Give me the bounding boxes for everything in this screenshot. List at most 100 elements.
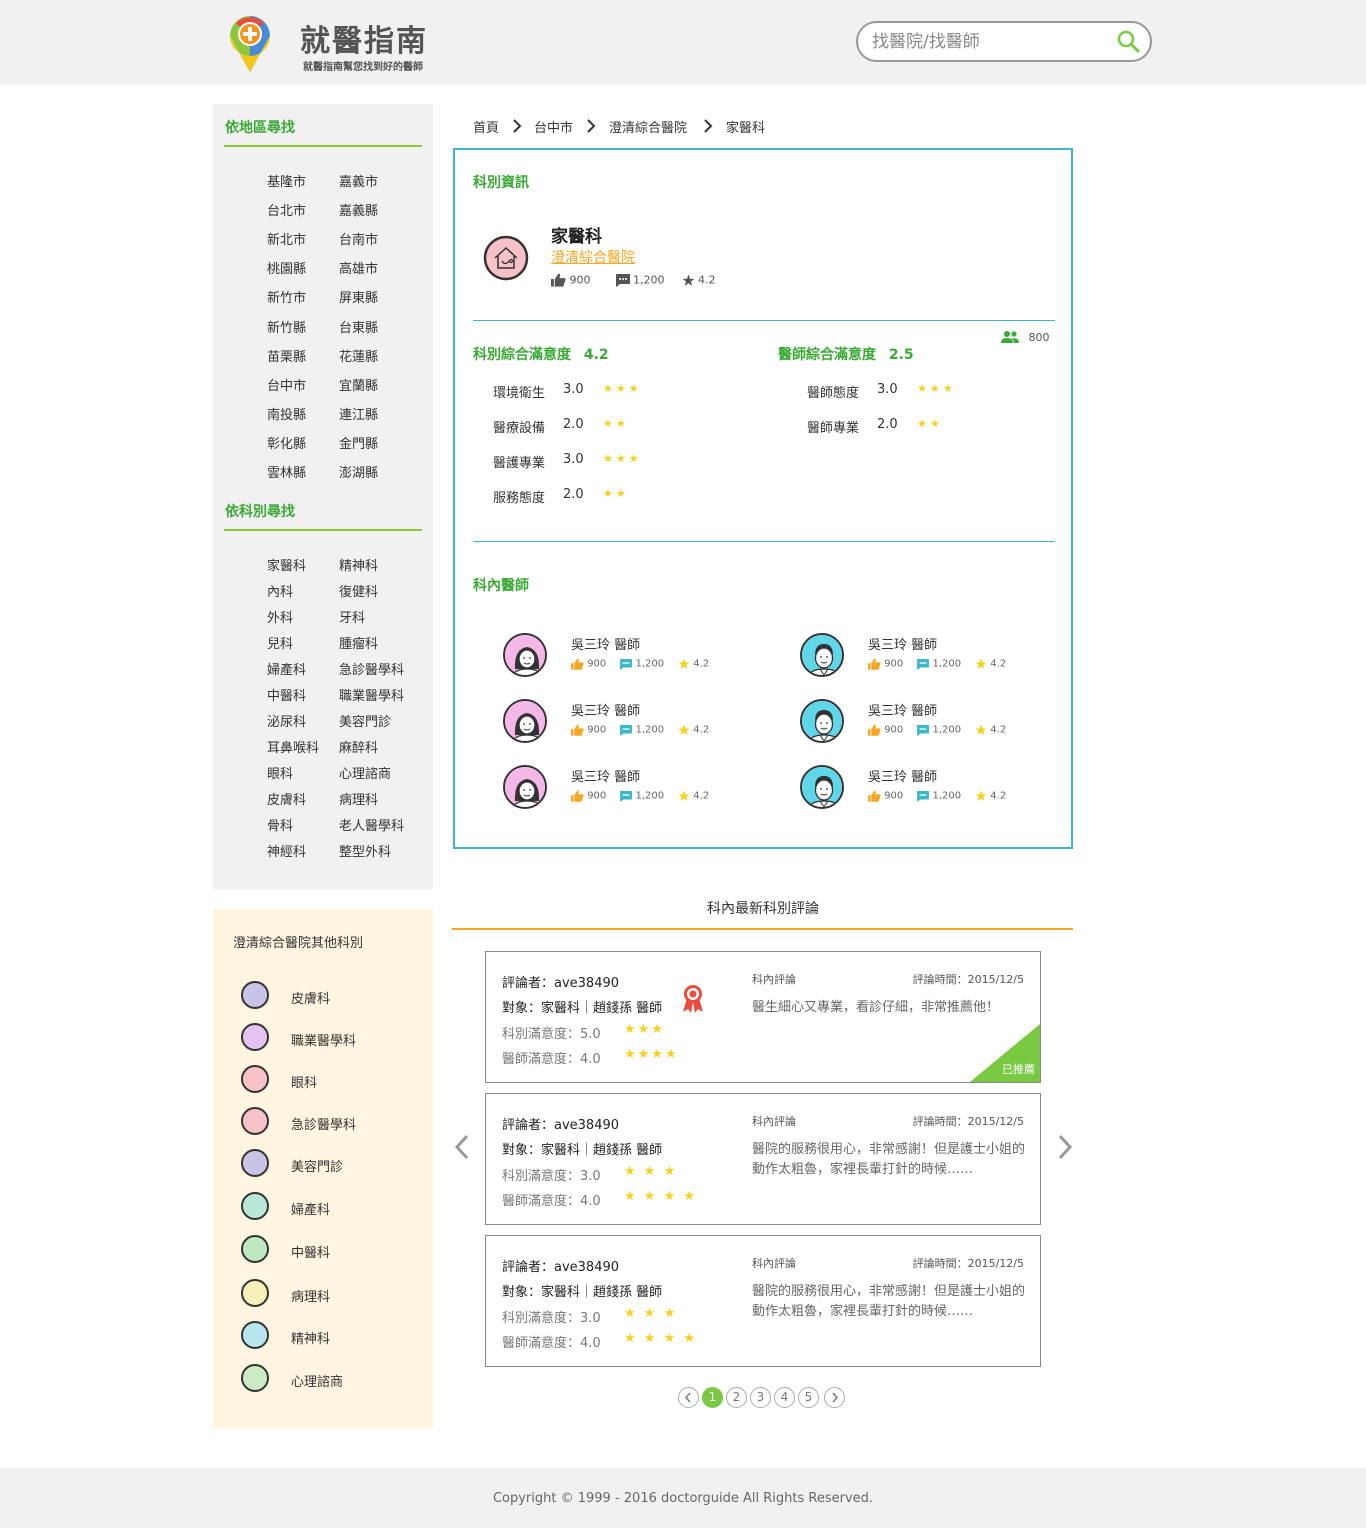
breadcrumb-city[interactable]: 台中市 xyxy=(534,117,573,136)
dept-satisfaction-value: 4.2 xyxy=(583,347,609,363)
dept-link[interactable]: 牙科 xyxy=(339,607,365,626)
search-icon[interactable] xyxy=(1116,29,1140,53)
other-dept-item[interactable]: 眼科 xyxy=(241,1065,421,1095)
dept-link[interactable]: 精神科 xyxy=(339,555,378,574)
comments-count: 1,200 xyxy=(932,658,962,670)
dept-link[interactable]: 泌尿科 xyxy=(267,711,306,730)
page-number[interactable]: 5 xyxy=(798,1387,819,1408)
other-dept-item[interactable]: 心理諮商 xyxy=(241,1364,421,1394)
dept-link[interactable]: 家醫科 xyxy=(267,555,306,574)
review-text: 醫院的服務很用心，非常感謝！但是護士小姐的動作太粗魯，家裡長輩打針的時候…… xyxy=(752,1284,1026,1319)
page-number[interactable]: 1 xyxy=(702,1387,723,1408)
review-type: 科內評論 xyxy=(752,1257,796,1270)
dept-link[interactable]: 耳鼻喉科 xyxy=(267,737,319,756)
dept-link[interactable]: 美容門診 xyxy=(339,711,391,730)
dept-link[interactable]: 急診醫學科 xyxy=(339,659,404,678)
doctor-name[interactable]: 吳三玲 醫師 xyxy=(868,700,937,719)
prev-arrow-icon[interactable] xyxy=(452,1132,472,1162)
breadcrumb-home[interactable]: 首頁 xyxy=(473,117,499,136)
doctor-card[interactable]: 吳三玲 醫師 900 1,200 4.2 xyxy=(503,699,763,745)
star-icon xyxy=(678,790,690,801)
other-dept-item[interactable]: 中醫科 xyxy=(241,1235,421,1265)
dept-link[interactable]: 病理科 xyxy=(339,789,378,808)
dept-stats: 900 1,200 4.2 xyxy=(551,273,716,289)
dept-link[interactable]: 外科 xyxy=(267,607,293,626)
dept-link[interactable]: 內科 xyxy=(267,581,293,600)
page-number[interactable]: 3 xyxy=(750,1387,771,1408)
dept-link[interactable]: 眼科 xyxy=(267,763,293,782)
dept-link[interactable]: 復健科 xyxy=(339,581,378,600)
dept-link[interactable]: 皮膚科 xyxy=(267,789,306,808)
region-link[interactable]: 苗栗縣 xyxy=(267,346,306,365)
region-link[interactable]: 澎湖縣 xyxy=(339,462,378,481)
region-link[interactable]: 嘉義縣 xyxy=(339,200,378,219)
doctor-card[interactable]: 吳三玲 醫師 900 1,200 4.2 xyxy=(800,765,1060,811)
dept-satisfaction-title: 科別綜合滿意度 4.2 xyxy=(473,344,609,364)
doctor-name[interactable]: 吳三玲 醫師 xyxy=(571,766,640,785)
region-link[interactable]: 雲林縣 xyxy=(267,462,306,481)
other-dept-item[interactable]: 急診醫學科 xyxy=(241,1107,421,1137)
region-link[interactable]: 台南市 xyxy=(339,229,378,248)
dept-link[interactable]: 中醫科 xyxy=(267,685,306,704)
logo-pin-icon[interactable] xyxy=(228,14,272,74)
dept-link[interactable]: 老人醫學科 xyxy=(339,815,404,834)
review-time: 評論時間：2015/12/5 xyxy=(912,1115,1024,1128)
region-link[interactable]: 花蓮縣 xyxy=(339,346,378,365)
other-dept-item[interactable]: 病理科 xyxy=(241,1279,421,1309)
doctor-card[interactable]: 吳三玲 醫師 900 1,200 4.2 xyxy=(503,633,763,679)
region-link[interactable]: 桃園縣 xyxy=(267,258,306,277)
region-link[interactable]: 基隆市 xyxy=(267,171,306,190)
other-dept-label: 眼科 xyxy=(291,1076,318,1091)
other-dept-item[interactable]: 職業醫學科 xyxy=(241,1023,421,1053)
doctor-name[interactable]: 吳三玲 醫師 xyxy=(868,634,937,653)
region-link[interactable]: 嘉義市 xyxy=(339,171,378,190)
region-link[interactable]: 新竹市 xyxy=(267,287,306,306)
page-number[interactable]: 2 xyxy=(726,1387,747,1408)
region-link[interactable]: 屏東縣 xyxy=(339,287,378,306)
dept-link[interactable]: 婦產科 xyxy=(267,659,306,678)
region-link[interactable]: 宜蘭縣 xyxy=(339,375,378,394)
doctor-card[interactable]: 吳三玲 醫師 900 1,200 4.2 xyxy=(800,633,1060,679)
doctor-card[interactable]: 吳三玲 醫師 900 1,200 4.2 xyxy=(503,765,763,811)
other-dept-item[interactable]: 精神科 xyxy=(241,1321,421,1351)
breadcrumb-hospital[interactable]: 澄清綜合醫院 xyxy=(609,117,687,136)
page-number[interactable]: 4 xyxy=(774,1387,795,1408)
page-next-button[interactable] xyxy=(824,1387,845,1408)
doctor-name[interactable]: 吳三玲 醫師 xyxy=(868,766,937,785)
other-dept-item[interactable]: 婦產科 xyxy=(241,1192,421,1222)
other-dept-item[interactable]: 皮膚科 xyxy=(241,981,421,1011)
doc-satisfaction-value: 2.5 xyxy=(888,347,914,363)
region-link[interactable]: 台北市 xyxy=(267,200,306,219)
dept-link[interactable]: 神經科 xyxy=(267,841,306,860)
dept-heading: 依科別尋找 xyxy=(225,504,295,520)
doctor-name[interactable]: 吳三玲 醫師 xyxy=(571,634,640,653)
region-link[interactable]: 台東縣 xyxy=(339,317,378,336)
doctor-card[interactable]: 吳三玲 醫師 900 1,200 4.2 xyxy=(800,699,1060,745)
review-target: 對象：家醫科｜趙錢孫 醫師 xyxy=(502,1001,663,1016)
next-arrow-icon[interactable] xyxy=(1055,1132,1075,1162)
site-title[interactable]: 就醫指南 xyxy=(300,16,428,60)
dept-link[interactable]: 整型外科 xyxy=(339,841,391,860)
doc-satisfaction-stars: ★★★★ xyxy=(624,1047,679,1062)
dept-link[interactable]: 心理諮商 xyxy=(339,763,391,782)
region-link[interactable]: 金門縣 xyxy=(339,433,378,452)
search-input[interactable] xyxy=(872,30,1102,54)
page-prev-button[interactable] xyxy=(678,1387,699,1408)
region-link[interactable]: 南投縣 xyxy=(267,404,306,423)
region-link[interactable]: 高雄市 xyxy=(339,258,378,277)
dept-link[interactable]: 腫瘤科 xyxy=(339,633,378,652)
doctor-name[interactable]: 吳三玲 醫師 xyxy=(571,700,640,719)
region-link[interactable]: 台中市 xyxy=(267,375,306,394)
dept-link[interactable]: 兒科 xyxy=(267,633,293,652)
region-link[interactable]: 彰化縣 xyxy=(267,433,306,452)
region-link[interactable]: 新北市 xyxy=(267,229,306,248)
dept-link[interactable]: 麻醉科 xyxy=(339,737,378,756)
dept-link[interactable]: 骨科 xyxy=(267,815,293,834)
rating-stars: ★★★ xyxy=(917,382,956,395)
doc-satisfaction: 醫師滿意度：4.0 xyxy=(502,1052,601,1067)
hospital-link[interactable]: 澄清綜合醫院 xyxy=(551,247,635,267)
dept-link[interactable]: 職業醫學科 xyxy=(339,685,404,704)
region-link[interactable]: 連江縣 xyxy=(339,404,378,423)
region-link[interactable]: 新竹縣 xyxy=(267,317,306,336)
other-dept-item[interactable]: 美容門診 xyxy=(241,1149,421,1179)
